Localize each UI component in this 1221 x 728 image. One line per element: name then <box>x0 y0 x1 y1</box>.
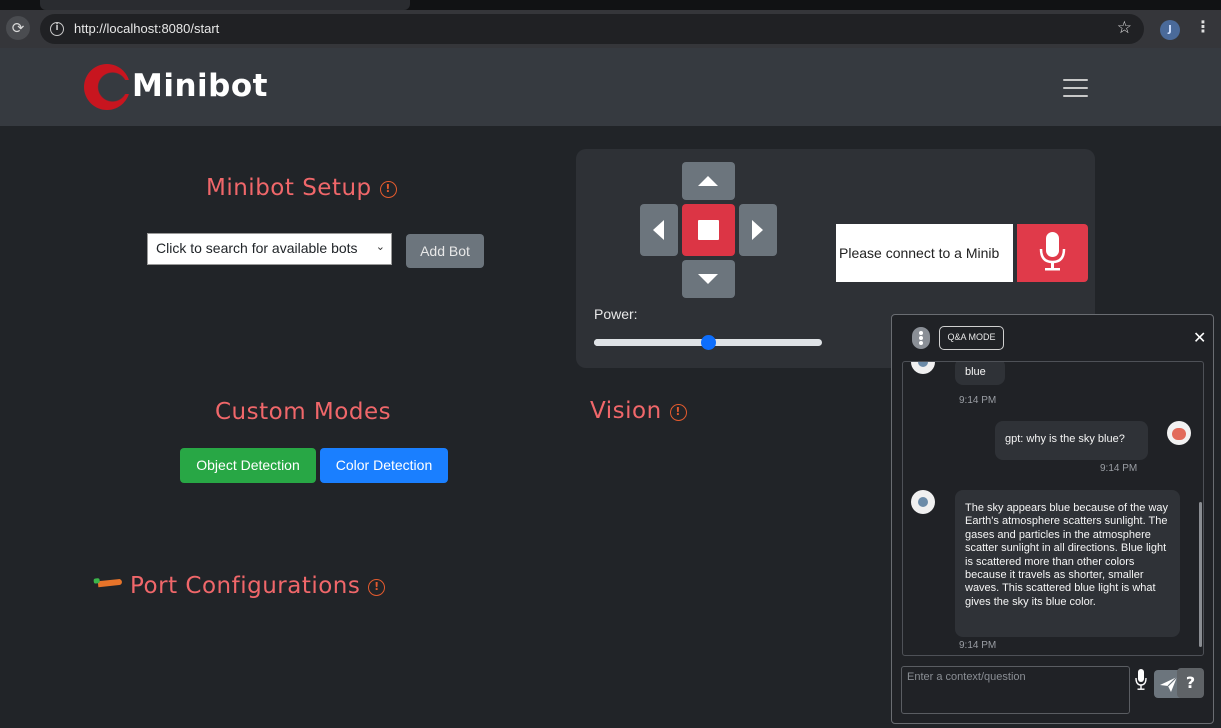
qa-mode-badge[interactable]: Q&A MODE <box>939 326 1004 350</box>
address-bar[interactable]: i http://localhost:8080/start ☆ <box>40 14 1144 44</box>
turn-left-button[interactable] <box>640 204 678 256</box>
port-config-heading: Port Configurations! <box>130 573 386 599</box>
minibot-logo-icon[interactable] <box>84 64 130 110</box>
message-time: 9:14 PM <box>1100 463 1138 474</box>
bot-select-value: Click to search for available bots <box>156 240 358 256</box>
power-slider-thumb[interactable] <box>701 335 716 350</box>
profile-avatar[interactable]: J <box>1160 20 1180 40</box>
arrow-down-icon <box>698 274 718 284</box>
arrow-right-icon <box>752 220 763 240</box>
vision-heading: Vision! <box>590 398 687 424</box>
brand-name[interactable]: Minibot <box>132 68 268 104</box>
stop-button[interactable] <box>682 204 735 256</box>
power-slider-fill <box>594 339 708 346</box>
port-config-title[interactable]: Port Configurations <box>130 573 360 599</box>
user-message: gpt: why is the sky blue? <box>995 421 1148 460</box>
voice-command-button[interactable] <box>1017 224 1088 282</box>
browser-menu-icon[interactable]: ⋮ <box>1195 17 1211 36</box>
user-avatar <box>1167 421 1191 445</box>
color-detection-button[interactable]: Color Detection <box>320 448 448 483</box>
move-backward-button[interactable] <box>682 260 735 298</box>
url-text[interactable]: http://localhost:8080/start <box>74 21 219 36</box>
voice-command-field[interactable]: Please connect to a Minib <box>836 224 1013 282</box>
bot-avatar <box>911 362 935 374</box>
chat-widget: Q&A MODE ✕ blue 9:14 PM gpt: why is the … <box>891 314 1214 724</box>
setup-info-icon[interactable]: ! <box>379 181 397 198</box>
vision-info-icon[interactable]: ! <box>669 404 687 421</box>
bookmark-star-icon[interactable]: ☆ <box>1117 18 1132 38</box>
port-config-info-icon[interactable]: ! <box>368 579 386 596</box>
bot-message: blue <box>955 362 1005 386</box>
setup-heading: Minibot Setup! <box>206 175 397 201</box>
message-time: 9:14 PM <box>959 395 997 406</box>
hamburger-menu-icon[interactable] <box>1063 79 1088 97</box>
browser-tab[interactable] <box>40 0 410 10</box>
chat-question-input[interactable]: Enter a context/question <box>901 666 1130 714</box>
bot-search-select[interactable]: Click to search for available bots ⌄ <box>147 233 392 265</box>
bot-avatar <box>911 490 935 514</box>
chat-options-icon[interactable] <box>912 327 930 349</box>
reload-icon[interactable]: ⟳ <box>6 16 30 40</box>
site-info-icon[interactable]: i <box>50 22 64 36</box>
setup-title: Minibot Setup <box>206 175 372 201</box>
help-icon[interactable]: ? <box>1177 668 1204 698</box>
power-slider[interactable] <box>594 335 822 350</box>
add-bot-button[interactable]: Add Bot <box>406 234 484 268</box>
vision-title: Vision <box>590 398 662 424</box>
microphone-icon[interactable] <box>1135 669 1147 691</box>
browser-toolbar: ⟳ i http://localhost:8080/start ☆ J ⋮ <box>0 10 1221 48</box>
carrot-icon[interactable] <box>97 578 123 588</box>
arrow-left-icon <box>653 220 664 240</box>
chat-messages[interactable]: blue 9:14 PM gpt: why is the sky blue? 9… <box>902 361 1204 656</box>
app-navbar: Minibot <box>0 48 1221 126</box>
chat-scrollbar[interactable] <box>1199 502 1202 647</box>
arrow-up-icon <box>698 176 718 186</box>
object-detection-button[interactable]: Object Detection <box>180 448 316 483</box>
microphone-icon <box>1039 232 1066 271</box>
message-time: 9:14 PM <box>959 640 997 651</box>
move-forward-button[interactable] <box>682 162 735 200</box>
power-label: Power: <box>594 306 638 322</box>
turn-right-button[interactable] <box>739 204 777 256</box>
chevron-down-icon: ⌄ <box>375 241 385 253</box>
close-icon[interactable]: ✕ <box>1193 328 1206 347</box>
stop-icon <box>698 220 719 240</box>
bot-message: The sky appears blue because of the way … <box>955 490 1180 637</box>
custom-modes-heading: Custom Modes <box>215 399 392 425</box>
browser-tabstrip <box>0 0 1221 10</box>
